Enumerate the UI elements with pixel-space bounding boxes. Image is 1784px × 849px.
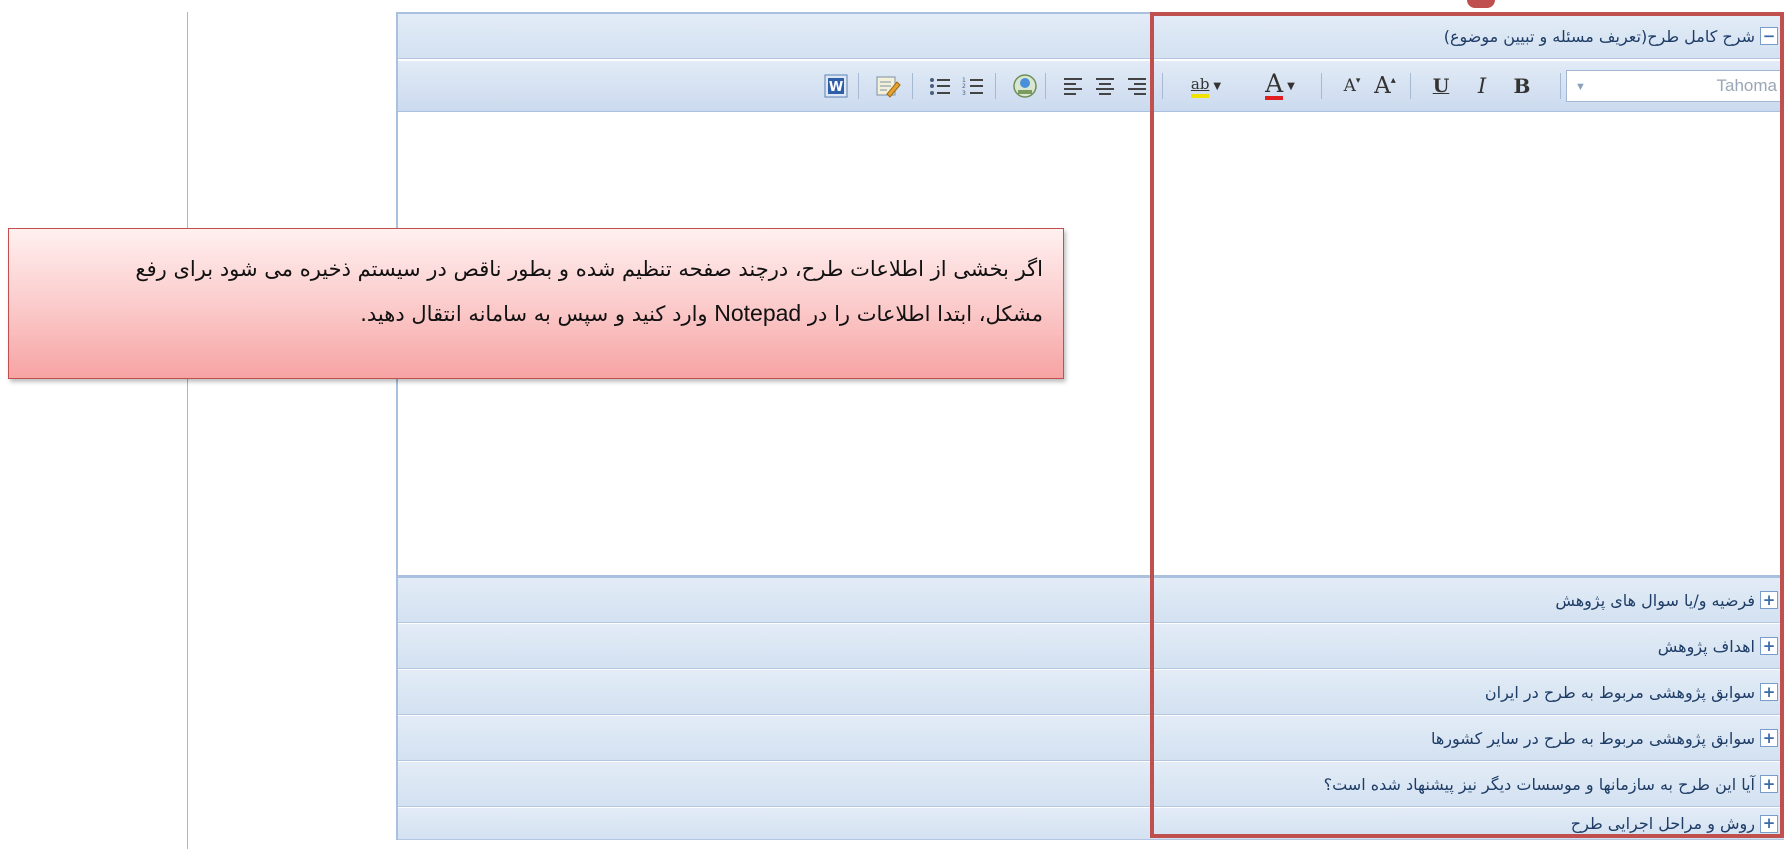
toolbar-separator (1162, 73, 1163, 99)
shrink-font-icon: ▾ (1355, 76, 1361, 86)
callout-line-2-end: وارد کنید و سپس به سامانه انتقال دهید. (360, 302, 708, 326)
notepad-label: Notepad (714, 300, 802, 326)
expand-icon[interactable]: + (1760, 591, 1778, 609)
section-label: روش و مراحل اجرایی طرح (1570, 814, 1755, 833)
svg-text:W: W (829, 80, 843, 95)
align-center-button[interactable] (1090, 71, 1120, 101)
align-right-icon (1128, 78, 1146, 95)
toolbar-separator (1410, 73, 1411, 99)
paste-from-word-button[interactable]: W (820, 71, 852, 101)
toolbar-separator (858, 73, 859, 99)
section-header-methods[interactable]: + روش و مراحل اجرایی طرح (398, 808, 1784, 840)
highlight-label: ab (1190, 75, 1210, 93)
section-label: سوابق پژوهشی مربوط به طرح در ایران (1484, 682, 1755, 702)
chevron-down-icon: ▼ (1213, 80, 1222, 92)
highlight-icon: ab (1190, 74, 1210, 98)
warning-callout: اگر بخشی از اطلاعات طرح، درچند صفحه تنظی… (8, 228, 1064, 379)
callout-line-2: مشکل، ابتدا اطلاعات را در Notepad وارد ک… (23, 291, 1043, 336)
align-center-icon (1096, 78, 1114, 95)
expand-icon[interactable]: + (1760, 814, 1778, 833)
red-marker-tab (1467, 0, 1495, 8)
dropdown-arrow-icon: ▼ (1575, 81, 1586, 93)
expand-icon[interactable]: + (1760, 683, 1778, 701)
section-title: شرح کامل طرح(تعریف مسئله و تبیین موضوع) (1443, 26, 1755, 46)
section-label: سوابق پژوهشی مربوط به طرح در سایر کشورها (1430, 728, 1755, 748)
edit-html-icon (876, 76, 901, 98)
section-header-other-orgs[interactable]: + آیا این طرح به سازمانها و موسسات دیگر … (398, 762, 1784, 807)
form-panel: − شرح کامل طرح(تعریف مسئله و تبیین موضوع… (396, 12, 1784, 840)
grow-font-icon: ▴ (1390, 74, 1396, 86)
underline-button[interactable]: U (1427, 71, 1455, 101)
toolbar-separator (995, 73, 996, 99)
font-color-button[interactable]: A ▼ (1254, 71, 1306, 101)
align-right-button[interactable] (1122, 71, 1152, 101)
expand-icon[interactable]: + (1760, 729, 1778, 747)
insert-image-button[interactable] (1010, 71, 1040, 101)
section-label: فرضیه و/یا سوال های پژوهش (1555, 590, 1755, 610)
numbered-list-icon: 123 (962, 77, 983, 96)
section-header-iran-background[interactable]: + سوابق پژوهشی مربوط به طرح در ایران (398, 670, 1784, 715)
font-family-select[interactable]: ▼ Tahoma (1566, 70, 1784, 102)
shrink-font-label: A (1343, 76, 1356, 96)
toolbar-separator (1560, 73, 1561, 99)
bullet-list-button[interactable] (925, 71, 955, 101)
section-header-objectives[interactable]: + اهداف پژوهش (398, 624, 1784, 669)
html-edit-button[interactable] (872, 71, 904, 101)
editor-toolbar: ▼ Tahoma B I U A ▴ A ▾ A ▼ ab ▼ 1 2 3 W (398, 61, 1784, 112)
shrink-font-button[interactable]: A ▾ (1338, 71, 1366, 101)
toolbar-separator (912, 73, 913, 99)
callout-line-1: اگر بخشی از اطلاعات طرح، درچند صفحه تنظی… (135, 257, 1043, 281)
chevron-down-icon: ▼ (1287, 80, 1295, 92)
callout-line-2-start: مشکل، ابتدا اطلاعات را در (807, 302, 1043, 326)
left-divider (187, 12, 188, 849)
collapse-icon[interactable]: − (1760, 27, 1778, 45)
section-header-foreign-background[interactable]: + سوابق پژوهشی مربوط به طرح در سایر کشور… (398, 716, 1784, 761)
svg-text:3: 3 (962, 90, 966, 96)
section-label: آیا این طرح به سازمانها و موسسات دیگر نی… (1323, 774, 1755, 794)
italic-button[interactable]: I (1468, 71, 1496, 101)
font-color-label: A (1265, 69, 1284, 98)
bullet-list-icon (930, 78, 950, 95)
image-icon (1013, 74, 1037, 98)
grow-font-label: A (1374, 73, 1391, 99)
toolbar-separator (1045, 73, 1046, 99)
expand-icon[interactable]: + (1760, 775, 1778, 793)
font-family-value: Tahoma (1716, 76, 1777, 95)
section-label: اهداف پژوهش (1657, 636, 1755, 656)
word-icon: W (824, 74, 848, 98)
font-color-icon: A (1265, 69, 1284, 100)
align-left-button[interactable] (1058, 71, 1088, 101)
grow-font-button[interactable]: A ▴ (1370, 71, 1400, 101)
bold-button[interactable]: B (1508, 71, 1536, 101)
align-left-icon (1064, 78, 1082, 95)
section-header-hypotheses[interactable]: + فرضیه و/یا سوال های پژوهش (398, 578, 1784, 623)
numbered-list-button[interactable]: 123 (958, 71, 988, 101)
highlight-button[interactable]: ab ▼ (1178, 71, 1234, 101)
section-header-description[interactable]: − شرح کامل طرح(تعریف مسئله و تبیین موضوع… (398, 14, 1784, 59)
toolbar-separator (1321, 73, 1322, 99)
expand-icon[interactable]: + (1760, 637, 1778, 655)
svg-text:2: 2 (962, 83, 966, 90)
